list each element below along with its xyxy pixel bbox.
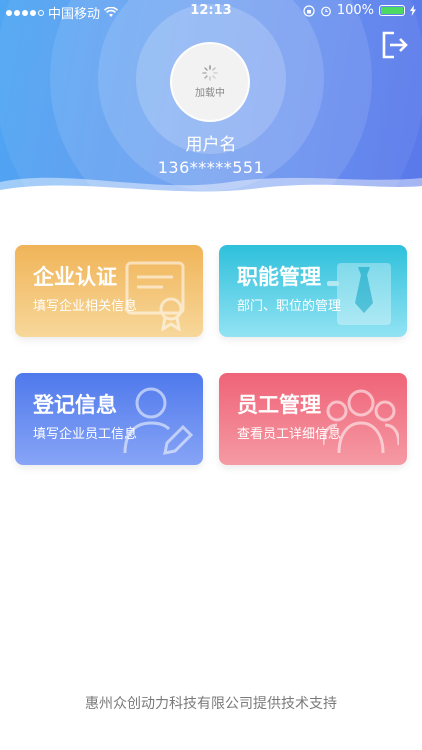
badge-tie-icon	[327, 263, 391, 325]
loading-spinner-icon	[202, 65, 218, 81]
user-edit-icon	[123, 387, 194, 455]
battery-percent: 100%	[336, 3, 374, 18]
loading-label: 加载中	[195, 88, 225, 99]
card-subtitle: 查看员工详细信息	[237, 427, 342, 442]
card-title: 登记信息	[33, 393, 117, 417]
group-icon	[323, 389, 399, 454]
card-subtitle: 填写企业员工信息	[33, 427, 138, 442]
card-subtitle: 部门、职位的管理	[237, 299, 342, 314]
certificate-icon	[125, 261, 185, 331]
charging-icon	[410, 5, 416, 16]
phone-number: 136*****551	[157, 158, 265, 177]
status-bar: 中国移动 12:13 100%	[0, 0, 422, 22]
alarm-icon	[320, 6, 331, 16]
card-title: 职能管理	[237, 265, 321, 289]
card-title: 企业认证	[33, 265, 117, 289]
card-subtitle: 填写企业相关信息	[33, 299, 138, 314]
username: 用户名	[185, 135, 237, 155]
battery-icon	[379, 5, 405, 16]
avatar[interactable]: 加载中	[170, 42, 250, 122]
function-management-card[interactable]: 职能管理 部门、职位的管理	[219, 245, 407, 337]
logout-button[interactable]	[380, 30, 410, 60]
enterprise-certification-card[interactable]: 企业认证 填写企业相关信息	[15, 245, 203, 337]
staff-management-card[interactable]: 员工管理 查看员工详细信息	[219, 373, 407, 465]
card-title: 员工管理	[237, 393, 321, 417]
orientation-lock-icon	[303, 4, 315, 17]
footer-credit: 惠州众创动力科技有限公司提供技术支持	[85, 696, 337, 712]
register-info-card[interactable]: 登记信息 填写企业员工信息	[15, 373, 203, 465]
logout-icon	[382, 31, 408, 59]
